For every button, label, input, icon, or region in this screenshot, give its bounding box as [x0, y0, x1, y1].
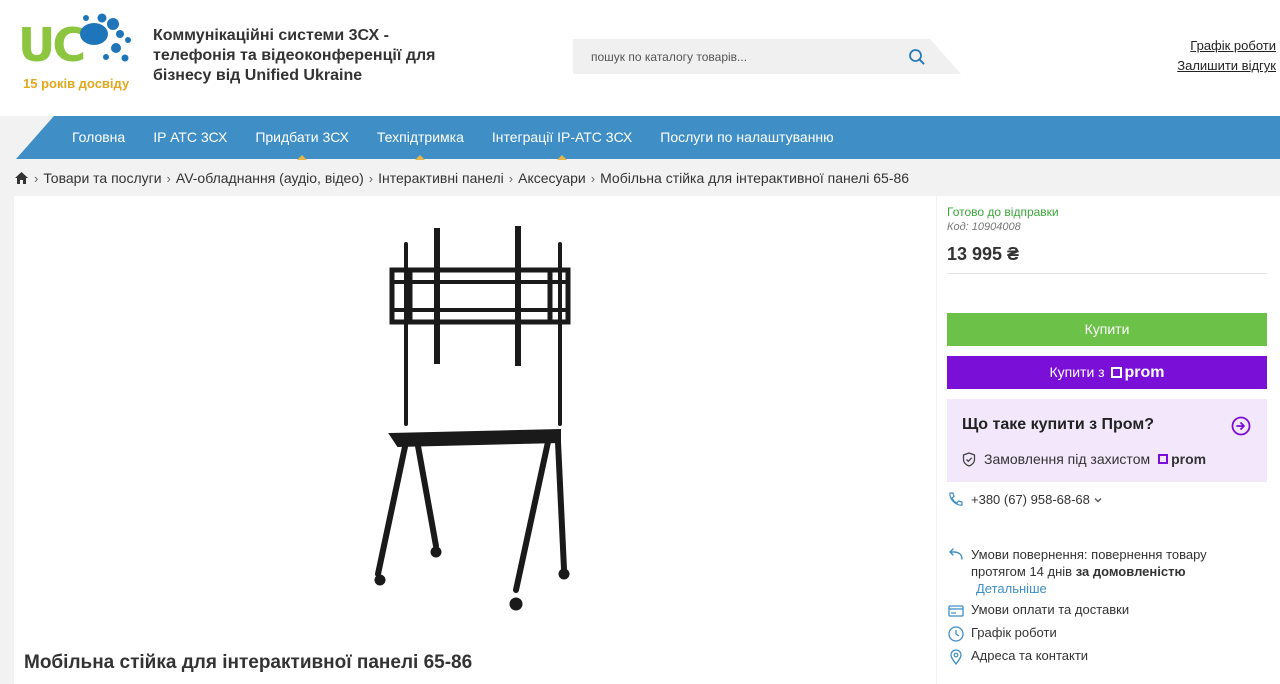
buy-button[interactable]: Купити	[947, 313, 1267, 346]
nav-item[interactable]: Послуги по налаштуванню	[646, 116, 847, 159]
search-bar	[573, 39, 961, 74]
prom-square-icon	[1158, 454, 1169, 464]
breadcrumb-separator-icon: ›	[368, 170, 374, 186]
buy-with-prom-button[interactable]: Купити з prom	[947, 356, 1267, 389]
order-protection: Замовлення під захистом prom	[962, 451, 1206, 467]
divider	[947, 273, 1267, 274]
return-bold: за домовленістю	[1075, 564, 1186, 579]
purchase-panel: Готово до відправки Код: 10904008 13 995…	[937, 196, 1280, 684]
product-title: Мобільна стійка для інтерактивної панелі…	[24, 652, 473, 673]
schedule-link-panel[interactable]: Графік роботи	[947, 625, 1057, 643]
chevron-down-icon	[1094, 497, 1102, 502]
phone-icon	[949, 492, 963, 506]
payment-card-icon	[948, 605, 964, 617]
phone-dropdown[interactable]: +380 (67) 958-68-68	[947, 491, 1102, 508]
breadcrumb-item[interactable]: Інтерактивні панелі	[378, 170, 504, 186]
nav-item[interactable]: Техпідтримка	[363, 116, 478, 160]
nav-item-label: Інтеграції IP-АТС 3СХ	[491, 129, 633, 145]
nav-item-label: Головна	[72, 129, 126, 145]
search-input[interactable]	[573, 39, 893, 74]
home-icon[interactable]	[14, 171, 29, 185]
payment-delivery-label: Умови оплати та доставки	[971, 602, 1130, 617]
nav-item-label: Придбати 3СХ	[255, 129, 349, 145]
product-code: Код: 10904008	[947, 221, 1021, 233]
prom-logo-text: prom	[1171, 451, 1207, 467]
nav-item[interactable]: IP АТС 3СХ	[139, 116, 241, 159]
return-details-link[interactable]: Детальніше	[971, 580, 1207, 597]
breadcrumb-separator-icon: ›	[508, 170, 514, 186]
site-logo[interactable]: UC 15 років досвіду	[16, 10, 136, 96]
return-arrow-icon	[949, 548, 963, 560]
address-label: Адреса та контакти	[971, 648, 1089, 663]
nav-items: Головна IP АТС 3СХ Придбати 3СХ Техпідтримк…	[58, 116, 848, 160]
nav-item-label: Техпідтримка	[376, 129, 464, 145]
header-links: Графік роботи Залишити відгук	[1177, 36, 1276, 76]
schedule-link[interactable]: Графік роботи	[1177, 36, 1276, 56]
clock-icon	[948, 626, 964, 642]
protection-text: Замовлення під захистом	[984, 451, 1151, 467]
breadcrumb-item[interactable]: Товари та послуги	[43, 170, 161, 186]
main-nav: Головна IP АТС 3СХ Придбати 3СХ Техпідтримк…	[0, 116, 1280, 160]
arrow-right-circle-icon[interactable]	[1231, 416, 1251, 436]
prom-info-box: Що таке купити з Пром? Замовлення під за…	[947, 399, 1267, 482]
nav-item-label: Послуги по налаштуванню	[660, 129, 834, 145]
search-icon[interactable]	[907, 47, 927, 67]
prom-logo: prom	[1158, 451, 1206, 467]
nav-item-label: IP АТС 3СХ	[153, 129, 228, 145]
nav-item[interactable]: Придбати 3СХ	[241, 116, 363, 160]
map-pin-icon	[950, 649, 962, 666]
mobile-tv-stand-image	[374, 226, 571, 611]
schedule-label: Графік роботи	[971, 625, 1057, 640]
nav-dropdown-marker-icon	[415, 155, 426, 160]
buy-with-prom-label: Купити з	[1049, 364, 1105, 380]
breadcrumb-item: Мобільна стійка для інтерактивної панелі…	[600, 170, 910, 186]
leave-review-link[interactable]: Залишити відгук	[1177, 56, 1276, 76]
return-period: протягом 14 днів	[971, 564, 1073, 579]
breadcrumb-item[interactable]: AV-обладнання (аудіо, відео)	[176, 170, 364, 186]
prom-logo-icon	[1110, 367, 1122, 378]
return-policy: Умови повернення: повернення товару прот…	[947, 546, 1207, 597]
prom-question: Що таке купити з Пром?	[962, 416, 1154, 433]
nav-item[interactable]: Головна	[58, 116, 139, 159]
prom-brand: prom	[1124, 364, 1165, 381]
breadcrumb: › Товари та послуги › AV-обладнання (аудіо,…	[14, 168, 909, 188]
site-header: UC 15 років досвіду Коммунікаційні систе…	[0, 0, 1280, 116]
phone-number: +380 (67) 958-68-68	[971, 492, 1090, 507]
nav-dropdown-marker-icon	[557, 155, 568, 160]
payment-delivery-link[interactable]: Умови оплати та доставки	[947, 602, 1129, 620]
site-title: Коммунікаційні системи 3СХ - телефонія т…	[153, 27, 436, 84]
address-contacts-link[interactable]: Адреса та контакти	[947, 648, 1088, 666]
shield-check-icon	[962, 451, 976, 467]
return-label: Умови повернення:	[971, 547, 1088, 562]
stock-status: Готово до відправки	[947, 205, 1059, 219]
breadcrumb-item[interactable]: Аксесуари	[518, 170, 586, 186]
product-price: 13 995 ₴	[947, 244, 1020, 264]
return-text: повернення товару	[1091, 547, 1207, 562]
breadcrumb-separator-icon: ›	[34, 170, 39, 186]
nav-item[interactable]: Інтеграції IP-АТС 3СХ	[478, 116, 646, 160]
product-main: Мобільна стійка для інтерактивної панелі…	[14, 196, 936, 684]
breadcrumb-separator-icon: ›	[166, 170, 171, 186]
logo-dots-icon	[80, 13, 131, 62]
nav-dropdown-marker-icon	[297, 155, 308, 160]
breadcrumb-separator-icon: ›	[590, 170, 596, 186]
logo-tagline: 15 років досвіду	[23, 76, 130, 91]
